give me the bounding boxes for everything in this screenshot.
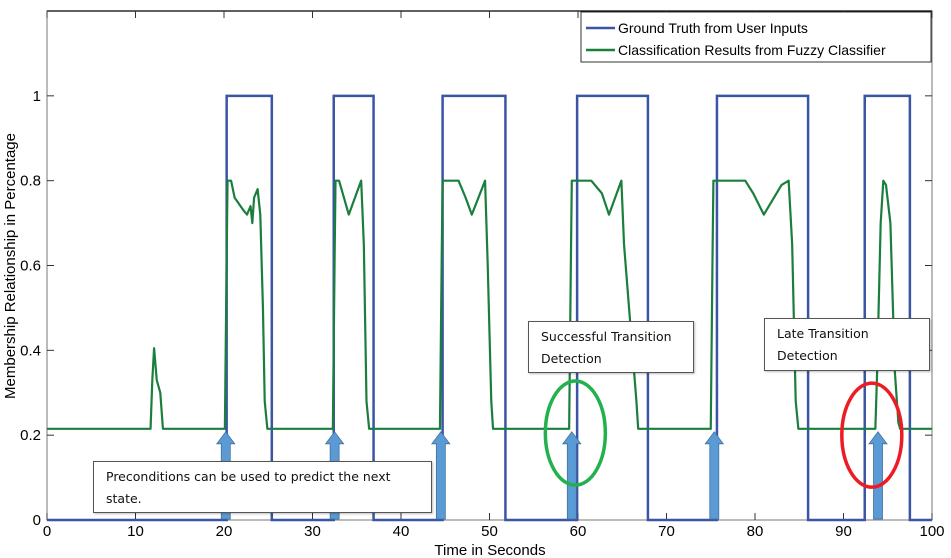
x-tick-label: 20 — [216, 523, 233, 540]
y-tick-label: 0.2 — [20, 427, 41, 444]
annotation-late-line1: Late Transition — [777, 326, 869, 341]
plot-area — [46, 10, 933, 521]
y-tick-label: 0.8 — [20, 173, 41, 190]
annotation-late: Late Transition Detection — [764, 318, 930, 371]
x-tick-label: 50 — [481, 523, 498, 540]
x-tick-label: 40 — [393, 523, 410, 540]
legend-label-ground-truth: Ground Truth from User Inputs — [618, 20, 808, 36]
x-tick-label: 90 — [835, 523, 852, 540]
annotation-preconditions-line2: state. — [106, 491, 142, 506]
annotation-successful-line1: Successful Transition — [541, 329, 672, 344]
x-tick-label: 60 — [570, 523, 587, 540]
y-tick-label: 1 — [33, 88, 41, 105]
annotation-preconditions-line1: Preconditions can be used to predict the… — [106, 469, 391, 484]
annotation-successful: Successful Transition Detection — [528, 321, 694, 373]
x-tick-label: 10 — [127, 523, 144, 540]
annotation-preconditions: Preconditions can be used to predict the… — [93, 461, 432, 513]
x-tick-label: 70 — [658, 523, 675, 540]
x-axis-title: Time in Seconds — [434, 542, 545, 558]
x-tick-label: 80 — [747, 523, 764, 540]
y-axis-title: Membership Relationship in Percentage — [2, 133, 19, 399]
x-tick-label: 30 — [304, 523, 321, 540]
x-tick-label: 100 — [919, 523, 944, 540]
y-tick-label: 0.4 — [20, 342, 41, 359]
y-tick-label: 0.6 — [20, 258, 41, 275]
annotation-successful-line2: Detection — [541, 351, 602, 366]
y-tick-label: 0 — [33, 512, 41, 529]
annotation-late-line2: Detection — [777, 348, 838, 363]
x-tick-label: 0 — [43, 523, 51, 540]
legend-label-fuzzy: Classification Results from Fuzzy Classi… — [618, 42, 886, 58]
plot-frame — [46, 10, 933, 521]
legend: Ground Truth from User Inputs Classifica… — [580, 11, 932, 63]
